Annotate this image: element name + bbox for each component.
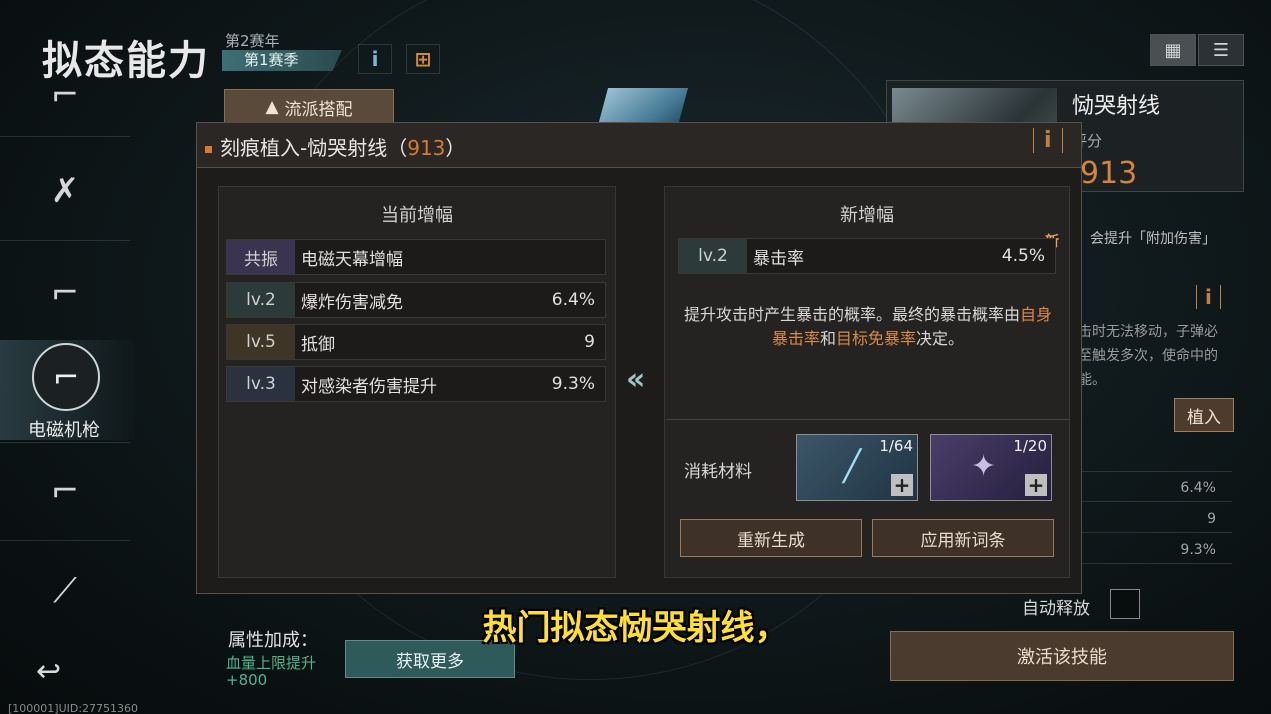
sidebar-item-crossed-guns[interactable]: ✗ bbox=[22, 148, 108, 234]
new-stat-row: lv.2 暴击率 4.5% bbox=[678, 238, 1056, 274]
current-stat-row: lv.5 抵御 9 bbox=[226, 324, 606, 360]
school-icon: ▲ bbox=[265, 97, 279, 117]
material-slot[interactable]: ╱ 1/64 + bbox=[796, 434, 918, 501]
new-boost-title: 新增幅 bbox=[840, 205, 894, 226]
material-count: 1/64 bbox=[879, 437, 913, 455]
current-stat-row: lv.3 对感染者伤害提升 9.3% bbox=[226, 366, 606, 402]
modal-title-score: 913 bbox=[407, 136, 446, 160]
stat-value: 9 bbox=[584, 332, 595, 352]
stat-name: 对感染者伤害提升 bbox=[301, 376, 437, 397]
sidebar-item-rifle[interactable]: ⌐ bbox=[22, 60, 108, 130]
material-count: 1/20 bbox=[1013, 437, 1047, 455]
stat-level: lv.2 bbox=[679, 239, 747, 273]
desc-text: 和 bbox=[819, 329, 836, 348]
implant-button[interactable]: 植入 bbox=[1174, 398, 1234, 432]
season-tag: 第1赛季 bbox=[222, 50, 342, 71]
modal-title-text: 刻痕植入-恸哭射线（ bbox=[220, 136, 408, 160]
skill-desc-line: 击时无法移动，子弹必 bbox=[1078, 324, 1218, 340]
skill-desc-block: 击时无法移动，子弹必 至触发多次，使命中的 能。 bbox=[1078, 320, 1218, 392]
desc-text: 提升攻击时产生暴击的概率。最终的暴击概率由 bbox=[683, 305, 1020, 324]
add-material-icon[interactable]: + bbox=[891, 474, 913, 496]
school-match-label: 流派搭配 bbox=[284, 99, 353, 120]
sidebar-item-electromagnetic-gun[interactable]: ⌐ bbox=[32, 343, 100, 411]
sidebar-divider bbox=[0, 240, 130, 241]
sidebar-divider bbox=[0, 540, 130, 541]
skill-desc-line: 至触发多次，使命中的 bbox=[1078, 348, 1218, 364]
grenade-launcher-icon: ⌐ bbox=[50, 273, 80, 313]
current-stat-row: 共振 电磁天幕增幅 bbox=[226, 239, 606, 275]
current-stat-row: lv.2 爆炸伤害减免 6.4% bbox=[226, 282, 606, 318]
skill-name: 恸哭射线 bbox=[1072, 94, 1161, 119]
stat-value: 4.5% bbox=[1001, 246, 1045, 266]
cart-icon: ⊞ bbox=[414, 47, 432, 71]
sidebar-item-grenade-launcher[interactable]: ⌐ bbox=[22, 250, 108, 336]
season-year: 第2赛年 bbox=[225, 32, 280, 50]
video-subtitle: 热门拟态恸哭射线， bbox=[482, 608, 789, 648]
grid-view-button[interactable]: ▦ bbox=[1150, 34, 1196, 66]
cart-icon-button[interactable]: ⊞ bbox=[406, 44, 440, 74]
desc-highlight: 目标免暴率 bbox=[836, 329, 917, 348]
back-icon[interactable]: ↩ bbox=[36, 654, 61, 689]
material-slot[interactable]: ✦ 1/20 + bbox=[930, 434, 1052, 501]
school-match-button[interactable]: ▲ 流派搭配 bbox=[224, 89, 394, 125]
syringe-icon: ╱ bbox=[843, 449, 862, 484]
panel-divider bbox=[666, 419, 1070, 420]
stat-value: 6.4% bbox=[551, 290, 595, 310]
sidebar-item-shotgun[interactable]: ⌐ bbox=[22, 448, 108, 534]
chip-icon: ✦ bbox=[971, 449, 997, 484]
materials-label: 消耗材料 bbox=[684, 462, 752, 482]
modal-info-icon[interactable]: i bbox=[1033, 128, 1063, 153]
attribute-bonus-value: 血量上限提升 bbox=[226, 654, 317, 672]
sidebar-divider bbox=[0, 442, 130, 443]
skill-info-icon[interactable]: i bbox=[1196, 285, 1221, 309]
title-marker bbox=[205, 146, 212, 153]
sidebar-divider bbox=[0, 136, 130, 137]
list-icon: ☰ bbox=[1212, 39, 1230, 61]
skill-stat-row: 9.3% bbox=[1080, 536, 1232, 564]
stat-name: 抵御 bbox=[301, 334, 335, 355]
stat-level: 共振 bbox=[227, 240, 295, 274]
grid-icon: ▦ bbox=[1164, 39, 1182, 61]
stat-name: 暴击率 bbox=[753, 248, 804, 269]
skill-desc-line: 会提升「附加伤害」 bbox=[1090, 231, 1216, 247]
regenerate-button[interactable]: 重新生成 bbox=[680, 519, 862, 557]
electromagnetic-gun-icon: ⌐ bbox=[52, 358, 80, 396]
replace-arrow-icon: « bbox=[626, 362, 646, 397]
stat-level: lv.3 bbox=[227, 367, 295, 401]
stat-level: lv.2 bbox=[227, 283, 295, 317]
skill-stat-row: 9 bbox=[1080, 505, 1232, 533]
stat-value: 9.3% bbox=[551, 374, 595, 394]
apply-new-entry-button[interactable]: 应用新词条 bbox=[872, 519, 1054, 557]
skill-score: 913 bbox=[1080, 156, 1138, 191]
stat-name: 爆炸伤害减免 bbox=[301, 292, 403, 313]
stat-name: 电磁天幕增幅 bbox=[301, 249, 403, 270]
crossed-guns-icon: ✗ bbox=[50, 171, 80, 211]
attribute-bonus-amount: +800 bbox=[226, 671, 268, 689]
shotgun-icon: ⌐ bbox=[50, 471, 80, 511]
stat-value bbox=[515, 240, 605, 274]
new-boost-description: 提升攻击时产生暴击的概率。最终的暴击概率由自身暴击率和目标免暴率决定。 bbox=[678, 303, 1058, 351]
list-view-button[interactable]: ☰ bbox=[1198, 34, 1244, 66]
sidebar-selected-label: 电磁机枪 bbox=[28, 420, 100, 441]
skill-stat-row bbox=[1080, 444, 1232, 472]
skill-desc-line: 能。 bbox=[1078, 372, 1106, 388]
add-material-icon[interactable]: + bbox=[1025, 474, 1047, 496]
rifle-icon: ⌐ bbox=[50, 75, 80, 115]
desc-text: 决定。 bbox=[916, 329, 965, 348]
modal-title: 刻痕植入-恸哭射线（913） bbox=[205, 132, 465, 161]
info-icon-button[interactable]: i bbox=[358, 44, 392, 74]
modal-title-end: ） bbox=[445, 136, 466, 160]
uid-label: [100001]UID:27751360 bbox=[8, 702, 139, 714]
current-boost-title: 当前增幅 bbox=[381, 205, 453, 226]
skill-stat-row: 6.4% bbox=[1080, 474, 1232, 502]
stat-level: lv.5 bbox=[227, 325, 295, 359]
